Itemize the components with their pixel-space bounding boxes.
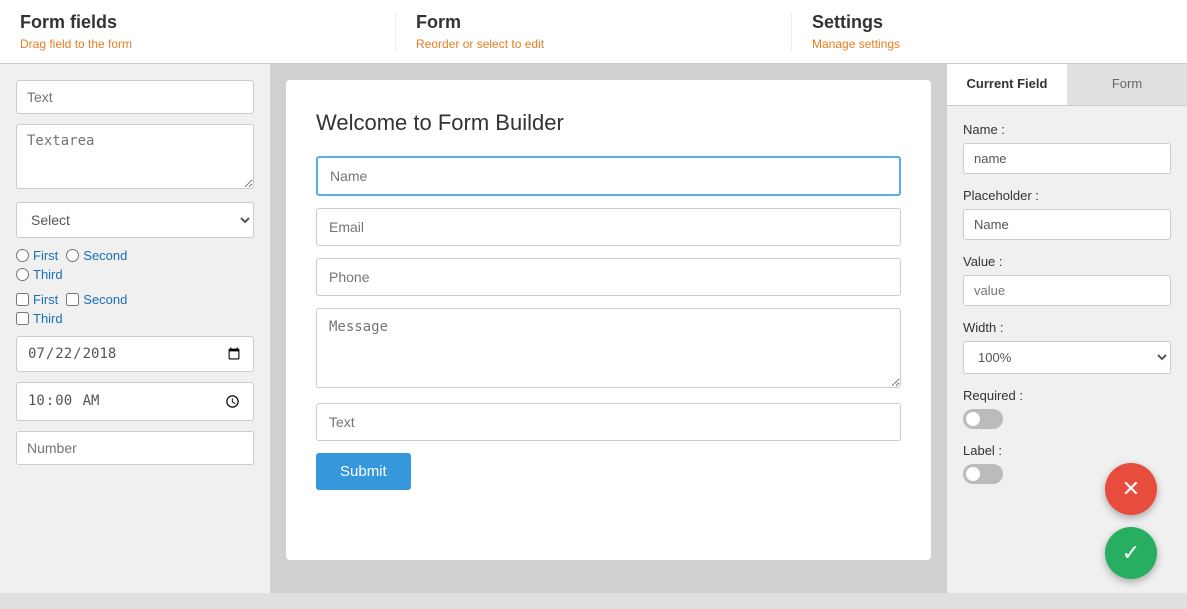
radio-second-input[interactable] bbox=[66, 249, 79, 262]
fab-container: ✕ ✓ bbox=[1105, 463, 1157, 579]
header-form-title: Form bbox=[416, 12, 771, 33]
checkbox-third-label: Third bbox=[33, 311, 63, 326]
settings-body: Name : Placeholder : Value : Width : 100… bbox=[947, 106, 1187, 514]
setting-required-row: Required : bbox=[963, 388, 1171, 429]
radio-second-label: Second bbox=[83, 248, 127, 263]
textarea-field-item[interactable] bbox=[16, 124, 254, 192]
setting-name-label: Name : bbox=[963, 122, 1171, 137]
checkbox-item-third[interactable]: Third bbox=[16, 311, 63, 326]
header-form-fields: Form fields Drag field to the form bbox=[0, 12, 396, 51]
setting-placeholder-row: Placeholder : bbox=[963, 188, 1171, 240]
text-field-item[interactable] bbox=[16, 80, 254, 114]
setting-width-label: Width : bbox=[963, 320, 1171, 335]
label-slider bbox=[963, 464, 1003, 484]
tab-form[interactable]: Form bbox=[1067, 64, 1187, 105]
header-settings-subtitle: Manage settings bbox=[812, 37, 1167, 51]
form-field-phone[interactable] bbox=[316, 258, 901, 296]
setting-label-toggle[interactable] bbox=[963, 464, 1003, 484]
checkbox-group: First Second Third bbox=[16, 292, 254, 326]
checkbox-item-second[interactable]: Second bbox=[66, 292, 127, 307]
form-submit-row: Submit bbox=[316, 453, 901, 490]
header-settings: Settings Manage settings bbox=[792, 12, 1187, 51]
form-message-textarea[interactable] bbox=[316, 308, 901, 388]
setting-label-label: Label : bbox=[963, 443, 1171, 458]
radio-row-2: Third bbox=[16, 267, 254, 282]
form-field-message[interactable] bbox=[316, 308, 901, 391]
tab-current-field[interactable]: Current Field bbox=[947, 64, 1067, 105]
radio-first-input[interactable] bbox=[16, 249, 29, 262]
radio-item-second[interactable]: Second bbox=[66, 248, 127, 263]
form-email-input[interactable] bbox=[316, 208, 901, 246]
cancel-fab-button[interactable]: ✕ bbox=[1105, 463, 1157, 515]
select-field[interactable]: Select bbox=[16, 202, 254, 238]
radio-row-1: First Second bbox=[16, 248, 254, 263]
setting-value-input[interactable] bbox=[963, 275, 1171, 306]
submit-button[interactable]: Submit bbox=[316, 453, 411, 490]
form-field-email[interactable] bbox=[316, 208, 901, 246]
setting-width-row: Width : 100% 75% 50% 25% bbox=[963, 320, 1171, 374]
radio-item-first[interactable]: First bbox=[16, 248, 58, 263]
textarea-field[interactable] bbox=[16, 124, 254, 189]
form-canvas: Welcome to Form Builder Submit bbox=[286, 80, 931, 560]
form-phone-input[interactable] bbox=[316, 258, 901, 296]
checkbox-row-2: Third bbox=[16, 311, 254, 326]
select-field-item[interactable]: Select bbox=[16, 202, 254, 238]
form-name-input[interactable] bbox=[316, 156, 901, 196]
setting-name-row: Name : bbox=[963, 122, 1171, 174]
main-layout: Select First Second Third bbox=[0, 64, 1187, 593]
checkbox-first-input[interactable] bbox=[16, 293, 29, 306]
setting-placeholder-label: Placeholder : bbox=[963, 188, 1171, 203]
confirm-fab-button[interactable]: ✓ bbox=[1105, 527, 1157, 579]
left-panel: Select First Second Third bbox=[0, 64, 270, 593]
checkbox-third-input[interactable] bbox=[16, 312, 29, 325]
required-slider bbox=[963, 409, 1003, 429]
form-field-text[interactable] bbox=[316, 403, 901, 441]
text-field-input[interactable] bbox=[16, 80, 254, 114]
setting-value-label: Value : bbox=[963, 254, 1171, 269]
checkbox-second-label: Second bbox=[83, 292, 127, 307]
tabs-row: Current Field Form bbox=[947, 64, 1187, 106]
date-field-item[interactable] bbox=[16, 336, 254, 372]
checkbox-second-input[interactable] bbox=[66, 293, 79, 306]
header-form-fields-title: Form fields bbox=[20, 12, 375, 33]
number-field-item[interactable] bbox=[16, 431, 254, 465]
checkbox-first-label: First bbox=[33, 292, 58, 307]
radio-first-label: First bbox=[33, 248, 58, 263]
setting-value-row: Value : bbox=[963, 254, 1171, 306]
center-panel: Welcome to Form Builder Submit bbox=[270, 64, 947, 593]
time-field-input[interactable] bbox=[16, 382, 254, 421]
radio-item-third[interactable]: Third bbox=[16, 267, 63, 282]
header-form-subtitle: Reorder or select to edit bbox=[416, 37, 771, 51]
time-field-item[interactable] bbox=[16, 382, 254, 421]
checkbox-row-1: First Second bbox=[16, 292, 254, 307]
form-field-name[interactable] bbox=[316, 156, 901, 196]
header-form-fields-subtitle: Drag field to the form bbox=[20, 37, 375, 51]
number-field-input[interactable] bbox=[16, 431, 254, 465]
setting-name-input[interactable] bbox=[963, 143, 1171, 174]
setting-width-select[interactable]: 100% 75% 50% 25% bbox=[963, 341, 1171, 374]
header: Form fields Drag field to the form Form … bbox=[0, 0, 1187, 64]
radio-group: First Second Third bbox=[16, 248, 254, 282]
radio-third-input[interactable] bbox=[16, 268, 29, 281]
setting-placeholder-input[interactable] bbox=[963, 209, 1171, 240]
form-text-input[interactable] bbox=[316, 403, 901, 441]
form-canvas-title: Welcome to Form Builder bbox=[316, 110, 901, 136]
header-settings-title: Settings bbox=[812, 12, 1167, 33]
date-field-input[interactable] bbox=[16, 336, 254, 372]
checkbox-item-first[interactable]: First bbox=[16, 292, 58, 307]
setting-required-toggle[interactable] bbox=[963, 409, 1003, 429]
radio-third-label: Third bbox=[33, 267, 63, 282]
setting-required-label: Required : bbox=[963, 388, 1171, 403]
header-form: Form Reorder or select to edit bbox=[396, 12, 792, 51]
